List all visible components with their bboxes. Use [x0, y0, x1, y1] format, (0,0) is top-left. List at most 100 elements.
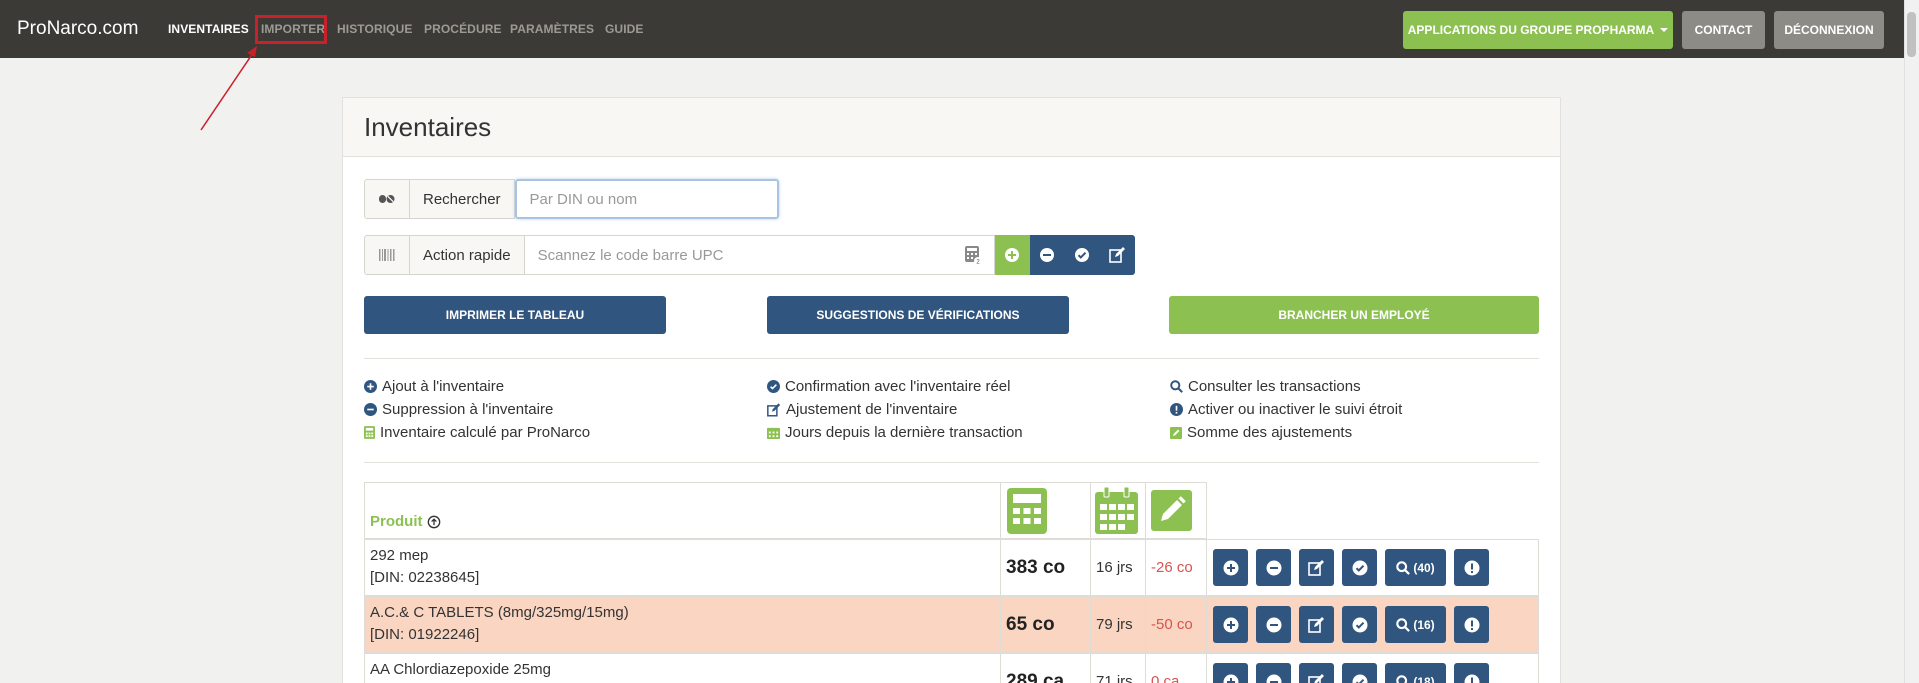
product-name[interactable]: A.C.& C TABLETS (8mg/325mg/15mg)	[370, 602, 629, 624]
header-days	[1090, 482, 1146, 539]
nav-historique[interactable]: HISTORIQUE	[337, 22, 412, 36]
edit-square-icon	[1151, 490, 1192, 531]
nav-parametres[interactable]: PARAMÈTRES	[510, 22, 594, 36]
connect-employee-button[interactable]: BRANCHER UN EMPLOYÉ	[1169, 296, 1539, 334]
product-cell: AA Chlordiazepoxide 25mg	[364, 653, 1001, 683]
remove-button[interactable]	[1256, 663, 1291, 683]
divider	[364, 462, 1539, 463]
adjustment-sum: 0 ca	[1151, 673, 1180, 683]
quick-adjust-button[interactable]	[1099, 235, 1135, 275]
adj-cell: -26 co	[1145, 539, 1207, 596]
adjust-button[interactable]	[1299, 663, 1334, 683]
nav-inventaires[interactable]: INVENTAIRES	[168, 22, 249, 36]
sort-up-icon[interactable]	[427, 515, 441, 529]
product-din: [DIN: 02238645]	[370, 569, 480, 586]
confirm-button[interactable]	[1342, 549, 1377, 586]
search-input[interactable]: Par DIN ou nom	[514, 179, 779, 219]
exclamation-circle-icon	[1170, 403, 1183, 416]
tracking-toggle-button[interactable]	[1454, 663, 1489, 683]
search-group: Rechercher Par DIN ou nom	[364, 179, 779, 219]
confirm-button[interactable]	[1342, 606, 1377, 643]
minus-circle-icon	[1266, 617, 1281, 632]
exclamation-circle-icon	[1464, 674, 1479, 683]
calculator-small-icon[interactable]: 2	[964, 245, 982, 270]
adjustment-sum: -26 co	[1151, 559, 1193, 576]
logout-button[interactable]: DÉCONNEXION	[1774, 11, 1884, 49]
edit-icon	[1308, 559, 1324, 576]
pills-icon	[364, 179, 410, 219]
annotation-arrow	[200, 46, 257, 131]
table-header: Produit	[364, 482, 1539, 539]
quick-remove-button[interactable]	[1029, 235, 1065, 275]
plus-circle-icon	[1223, 674, 1238, 683]
transactions-button[interactable]: (40)	[1385, 549, 1446, 586]
days-cell: 71 jrs	[1090, 653, 1146, 683]
plus-circle-icon	[1005, 248, 1020, 262]
legend-remove: Suppression à l'inventaire	[364, 401, 553, 418]
brand-logo[interactable]: ProNarco.com	[17, 18, 138, 40]
confirm-button[interactable]	[1342, 663, 1377, 683]
legend-calculated: Inventaire calculé par ProNarco	[364, 424, 590, 441]
plus-circle-icon	[364, 380, 377, 393]
legend-remove-text: Suppression à l'inventaire	[382, 401, 554, 418]
legend-adjust-text: Ajustement de l'inventaire	[786, 401, 958, 418]
print-table-button[interactable]: IMPRIMER LE TABLEAU	[364, 296, 666, 334]
annotation-highlight-box	[255, 15, 327, 44]
check-circle-icon	[1352, 674, 1367, 683]
minus-circle-icon	[1266, 560, 1281, 575]
product-header-label: Produit	[370, 513, 423, 530]
nav-procedure[interactable]: PROCÉDURE	[424, 22, 502, 36]
add-button[interactable]	[1213, 663, 1248, 683]
nav-guide[interactable]: GUIDE	[605, 22, 644, 36]
adjust-button[interactable]	[1299, 606, 1334, 643]
legend-consult-text: Consulter les transactions	[1188, 378, 1361, 395]
adj-cell: 0 ca	[1145, 653, 1207, 683]
edit-icon	[1308, 673, 1324, 683]
transactions-button[interactable]: (16)	[1385, 606, 1446, 643]
days-cell: 16 jrs	[1090, 539, 1146, 596]
suggestions-button[interactable]: SUGGESTIONS DE VÉRIFICATIONS	[767, 296, 1069, 334]
tracking-toggle-button[interactable]	[1454, 549, 1489, 586]
remove-button[interactable]	[1256, 549, 1291, 586]
qty-cell: 289 ca	[1000, 653, 1091, 683]
adjust-button[interactable]	[1299, 549, 1334, 586]
scrollbar-thumb[interactable]	[1907, 12, 1916, 57]
legend-add: Ajout à l'inventaire	[364, 378, 504, 395]
legend-tracking-text: Activer ou inactiver le suivi étroit	[1188, 401, 1403, 418]
product-name[interactable]: AA Chlordiazepoxide 25mg	[370, 659, 551, 681]
quick-add-button[interactable]	[994, 235, 1030, 275]
panel-header	[343, 98, 1560, 157]
header-product[interactable]: Produit	[364, 482, 1001, 539]
inventory-panel: Inventaires Rechercher Par DIN ou nom Ac…	[342, 97, 1561, 683]
calculated-qty: 383 co	[1006, 557, 1066, 578]
divider	[364, 358, 1539, 359]
legend-consult: Consulter les transactions	[1170, 378, 1361, 395]
edit-square-icon	[1170, 426, 1182, 439]
actions-cell: (18)	[1206, 653, 1539, 683]
legend-days: Jours depuis la dernière transaction	[767, 424, 1023, 441]
caret-down-icon	[1660, 28, 1669, 32]
remove-button[interactable]	[1256, 606, 1291, 643]
check-circle-icon	[767, 380, 780, 393]
calendar-icon	[767, 427, 780, 439]
quick-confirm-button[interactable]	[1064, 235, 1100, 275]
upc-scan-input[interactable]: Scannez le code barre UPC	[524, 235, 995, 275]
apps-dropdown-button[interactable]: APPLICATIONS DU GROUPE PROPHARMA	[1403, 11, 1673, 49]
page-scrollbar[interactable]	[1904, 0, 1919, 683]
apps-button-label: APPLICATIONS DU GROUPE PROPHARMA	[1407, 23, 1655, 37]
product-name[interactable]: 292 mep	[370, 545, 479, 567]
table-row: 292 mep [DIN: 02238645] 383 co 16 jrs -26 co…	[364, 539, 1539, 596]
days-since-tx: 71 jrs	[1096, 673, 1133, 683]
minus-circle-icon	[364, 403, 377, 416]
table-row: A.C.& C TABLETS (8mg/325mg/15mg) [DIN: 01…	[364, 596, 1539, 653]
legend-adjust: Ajustement de l'inventaire	[767, 401, 957, 418]
contact-button[interactable]: CONTACT	[1682, 11, 1765, 49]
tracking-toggle-button[interactable]	[1454, 606, 1489, 643]
days-cell: 79 jrs	[1090, 596, 1146, 653]
transactions-button[interactable]: (18)	[1385, 663, 1446, 683]
calculated-qty: 65 co	[1006, 614, 1055, 635]
edit-icon	[767, 402, 781, 417]
add-button[interactable]	[1213, 606, 1248, 643]
quick-action-group: Action rapide Scannez le code barre UPC …	[364, 235, 1135, 275]
add-button[interactable]	[1213, 549, 1248, 586]
